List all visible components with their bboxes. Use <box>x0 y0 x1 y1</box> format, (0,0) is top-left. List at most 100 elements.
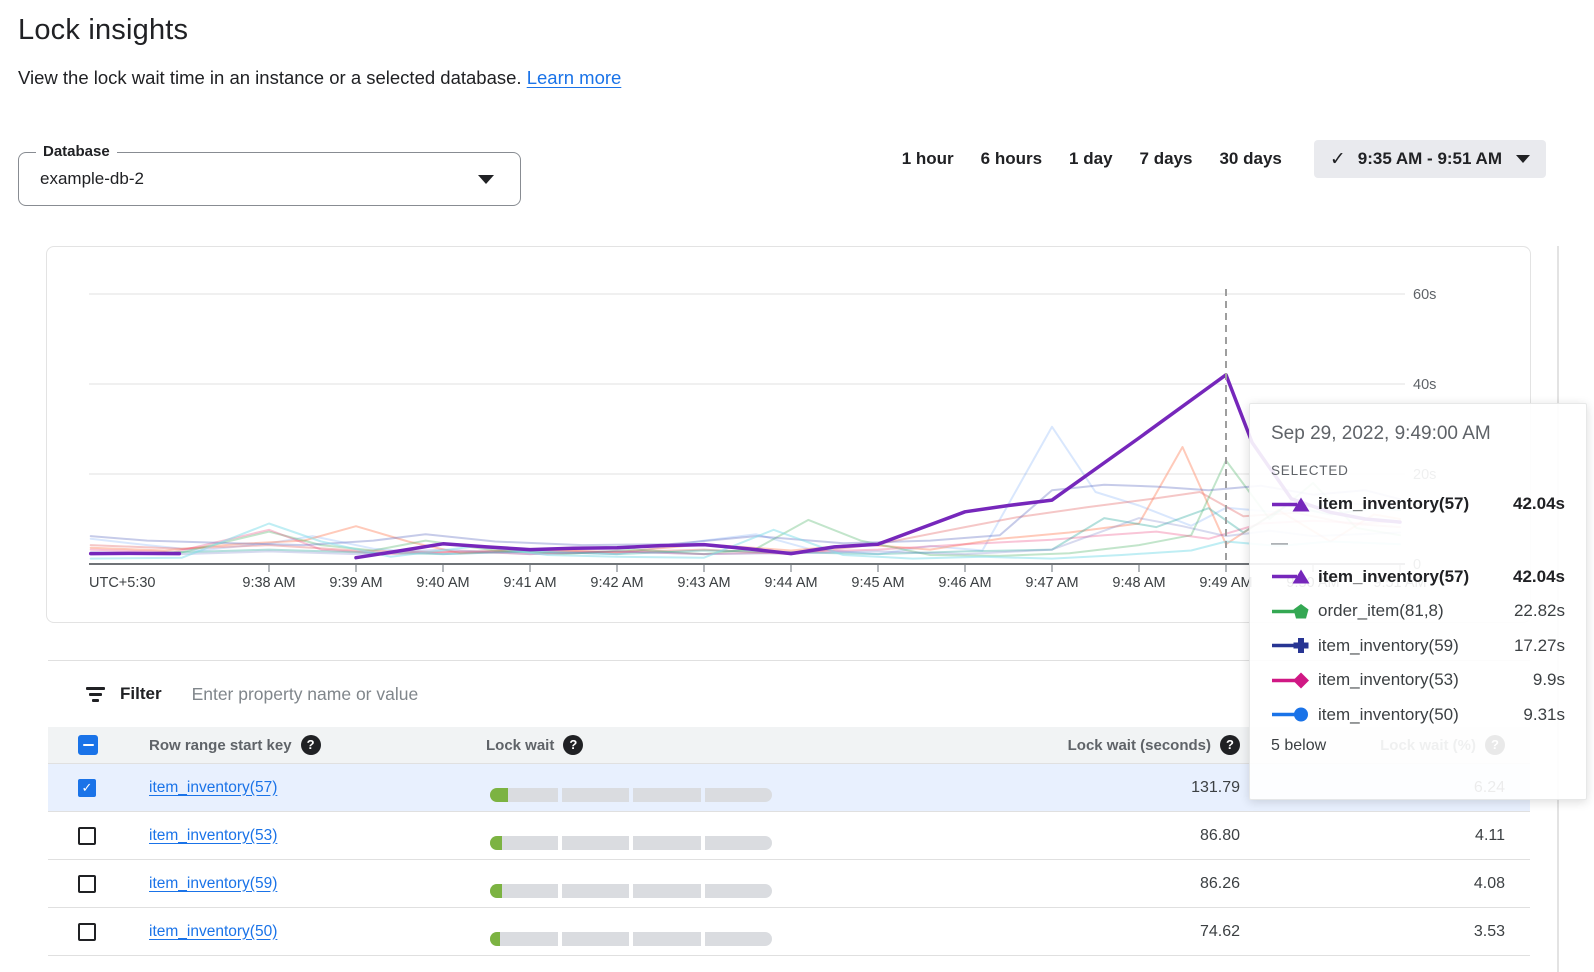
column-header-row-range-start-key: Row range start key? <box>149 735 321 755</box>
tooltip-series-row: order_item(81,8) 22.82s <box>1271 594 1565 629</box>
chevron-down-icon <box>478 175 494 184</box>
tooltip-selected-series-row: item_inventory(57)42.04s <box>1271 487 1565 522</box>
time-range-selected-label: 9:35 AM - 9:51 AM <box>1358 149 1502 169</box>
tooltip-series-row: item_inventory(59)17.27s <box>1271 629 1565 664</box>
chart-tooltip: Sep 29, 2022, 9:49:00 AM SELECTED item_i… <box>1249 403 1587 800</box>
tooltip-series-value: 9.9s <box>1533 670 1565 690</box>
database-select[interactable]: Database example-db-2 <box>18 152 521 206</box>
learn-more-link[interactable]: Learn more <box>527 67 622 88</box>
tooltip-series-row: item_inventory(53) 9.9s <box>1271 663 1565 698</box>
bar-fill-green <box>490 836 502 850</box>
x-tick-label: 9:43 AM <box>677 575 730 591</box>
tooltip-timestamp: Sep 29, 2022, 9:49:00 AM <box>1271 423 1565 445</box>
lock-wait-percent-value: 3.53 <box>1474 923 1505 941</box>
bar-segment <box>705 932 773 946</box>
x-tick-label: 9:49 AM <box>1199 575 1252 591</box>
lock-wait-seconds-value: 86.26 <box>1200 875 1240 893</box>
x-tick-label: 9:41 AM <box>503 575 556 591</box>
lock-wait-percent-value: 4.11 <box>1475 827 1505 845</box>
select-all-checkbox[interactable] <box>78 735 98 755</box>
lock-insights-page: Lock insights View the lock wait time in… <box>0 0 1594 972</box>
tooltip-selected-label: SELECTED <box>1271 463 1565 478</box>
time-range-option-1-day[interactable]: 1 day <box>1069 149 1112 169</box>
bar-segment <box>633 932 701 946</box>
help-icon[interactable]: ? <box>563 735 583 755</box>
lock-wait-percent-value: 4.08 <box>1474 875 1505 893</box>
filter-input[interactable] <box>192 684 892 705</box>
row-key-link[interactable]: item_inventory(53) <box>149 827 277 845</box>
x-tick-label: 9:45 AM <box>851 575 904 591</box>
help-icon[interactable]: ? <box>1220 735 1240 755</box>
tooltip-overflow-note: 5 below <box>1271 737 1565 755</box>
help-icon[interactable]: ? <box>301 735 321 755</box>
lock-wait-seconds-value: 74.62 <box>1200 923 1240 941</box>
row-checkbox[interactable] <box>78 875 96 893</box>
row-checkbox[interactable] <box>78 923 96 941</box>
triangle-marker-icon <box>1271 568 1315 585</box>
bar-segment <box>633 788 701 802</box>
bar-segment <box>490 932 558 946</box>
y-tick-label: 40s <box>1413 377 1436 393</box>
x-tick-label: 9:39 AM <box>329 575 382 591</box>
table-row: item_inventory(50) 74.62 3.53 <box>48 907 1530 955</box>
bar-fill-green <box>490 932 500 946</box>
diamond-marker-icon <box>1271 672 1315 689</box>
tooltip-series-value: 9.31s <box>1523 705 1565 725</box>
row-checkbox[interactable] <box>78 827 96 845</box>
x-tick-label: 9:48 AM <box>1112 575 1165 591</box>
bar-segment <box>705 788 773 802</box>
bar-segment <box>562 788 630 802</box>
x-tick-label: 9:40 AM <box>416 575 469 591</box>
lock-wait-seconds-value: 86.80 <box>1200 827 1240 845</box>
tooltip-series-row: item_inventory(50)9.31s <box>1271 698 1565 733</box>
tooltip-series-value: 22.82s <box>1514 601 1565 621</box>
tooltip-series-name: item_inventory(57) <box>1318 567 1469 587</box>
x-tick-label: 9:47 AM <box>1025 575 1078 591</box>
pentagon-marker-icon <box>1271 603 1315 620</box>
x-tick-label: 9:42 AM <box>590 575 643 591</box>
bar-segment <box>562 932 630 946</box>
bar-fill-green <box>490 884 502 898</box>
chart-series-group <box>91 375 1400 559</box>
tooltip-series-list: item_inventory(57) 42.04s order_item(81,8)… <box>1271 560 1565 733</box>
lock-wait-seconds-value: 131.79 <box>1191 779 1240 797</box>
bar-segment <box>633 836 701 850</box>
time-range-option-7-days[interactable]: 7 days <box>1140 149 1193 169</box>
triangle-marker-icon <box>1271 496 1315 513</box>
column-header-lock-wait-seconds: Lock wait (seconds)? <box>1068 735 1240 755</box>
bar-segment <box>633 884 701 898</box>
tooltip-series-value: 17.27s <box>1514 636 1565 656</box>
timezone-label: UTC+5:30 <box>89 575 156 591</box>
tooltip-series-row: item_inventory(57) 42.04s <box>1271 560 1565 595</box>
tooltip-series-name: order_item(81,8) <box>1318 601 1444 621</box>
time-range-option-6-hours[interactable]: 6 hours <box>981 149 1042 169</box>
table-row: item_inventory(53) 86.80 4.11 <box>48 811 1530 859</box>
time-range-selected-chip[interactable]: ✓ 9:35 AM - 9:51 AM <box>1314 140 1546 178</box>
row-key-link[interactable]: item_inventory(57) <box>149 779 277 797</box>
check-icon: ✓ <box>1330 148 1346 171</box>
x-tick-label: 9:46 AM <box>938 575 991 591</box>
tooltip-series-value: 42.04s <box>1513 567 1565 587</box>
x-tick-label: 9:38 AM <box>242 575 295 591</box>
bar-fill-green <box>490 788 508 802</box>
tooltip-series-value: 42.04s <box>1513 494 1565 514</box>
series-item_inventory(57) <box>356 375 1400 558</box>
row-checkbox[interactable]: ✓ <box>78 779 96 797</box>
column-header-lock-wait: Lock wait? <box>486 735 583 755</box>
row-key-link[interactable]: item_inventory(50) <box>149 923 277 941</box>
y-tick-label: 60s <box>1413 287 1436 303</box>
plus-marker-icon <box>1271 637 1315 654</box>
table-row: item_inventory(59) 86.26 4.08 <box>48 859 1530 907</box>
time-range-option-30-days[interactable]: 30 days <box>1219 149 1281 169</box>
row-key-link[interactable]: item_inventory(59) <box>149 875 277 893</box>
bar-segment <box>562 884 630 898</box>
database-select-label: Database <box>36 143 117 160</box>
time-range-option-1-hour[interactable]: 1 hour <box>902 149 954 169</box>
filter-icon <box>85 687 105 702</box>
circle-marker-icon <box>1271 706 1315 723</box>
x-tick-label: 9:44 AM <box>764 575 817 591</box>
tooltip-divider: — <box>1271 533 1565 553</box>
bar-segment <box>562 836 630 850</box>
tooltip-series-name: item_inventory(53) <box>1318 670 1459 690</box>
bar-segment <box>705 884 773 898</box>
